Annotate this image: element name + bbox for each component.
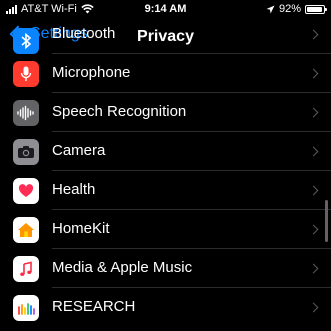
list-item-label: HomeKit bbox=[52, 220, 110, 237]
health-heart-icon bbox=[13, 178, 39, 204]
list-item-label: RESEARCH bbox=[52, 298, 136, 315]
music-note-icon bbox=[13, 256, 39, 282]
list-item-label: Speech Recognition bbox=[52, 103, 187, 120]
privacy-list: Bluetooth Microphone Speech Recognition bbox=[0, 25, 331, 327]
battery-level-fill bbox=[307, 6, 322, 12]
scrollbar[interactable] bbox=[325, 200, 328, 242]
list-item-research[interactable]: RESEARCH bbox=[0, 288, 331, 327]
status-bar: AT&T Wi-Fi 9:14 AM 92% bbox=[0, 0, 331, 20]
list-item-label: Health bbox=[52, 181, 96, 198]
chevron-right-icon bbox=[308, 29, 319, 40]
home-icon bbox=[13, 217, 39, 243]
list-item-label: Bluetooth bbox=[52, 25, 116, 42]
chevron-right-icon bbox=[308, 302, 319, 313]
list-item-bluetooth[interactable]: Bluetooth bbox=[0, 25, 331, 54]
chevron-right-icon bbox=[308, 224, 319, 235]
list-item-media-apple-music[interactable]: Media & Apple Music bbox=[0, 249, 331, 288]
location-arrow-icon bbox=[266, 5, 275, 13]
list-item-homekit[interactable]: HomeKit bbox=[0, 210, 331, 249]
battery-percentage: 92% bbox=[278, 3, 301, 15]
list-item-camera[interactable]: Camera bbox=[0, 132, 331, 171]
research-icon bbox=[13, 295, 39, 321]
list-item-health[interactable]: Health bbox=[0, 171, 331, 210]
list-item-label: Camera bbox=[52, 142, 106, 159]
chevron-right-icon bbox=[308, 68, 319, 79]
list-item-label: Microphone bbox=[52, 64, 131, 81]
waveform-icon bbox=[13, 100, 39, 126]
microphone-icon bbox=[13, 61, 39, 87]
list-item-label: Media & Apple Music bbox=[52, 259, 193, 276]
chevron-right-icon bbox=[308, 146, 319, 157]
list-item-speech-recognition[interactable]: Speech Recognition bbox=[0, 93, 331, 132]
chevron-right-icon bbox=[308, 263, 319, 274]
chevron-right-icon bbox=[308, 185, 319, 196]
camera-icon bbox=[13, 139, 39, 165]
battery-icon bbox=[305, 4, 327, 14]
chevron-right-icon bbox=[308, 107, 319, 118]
status-right: 92% bbox=[266, 3, 327, 15]
list-item-microphone[interactable]: Microphone bbox=[0, 54, 331, 93]
bluetooth-icon bbox=[13, 28, 39, 54]
